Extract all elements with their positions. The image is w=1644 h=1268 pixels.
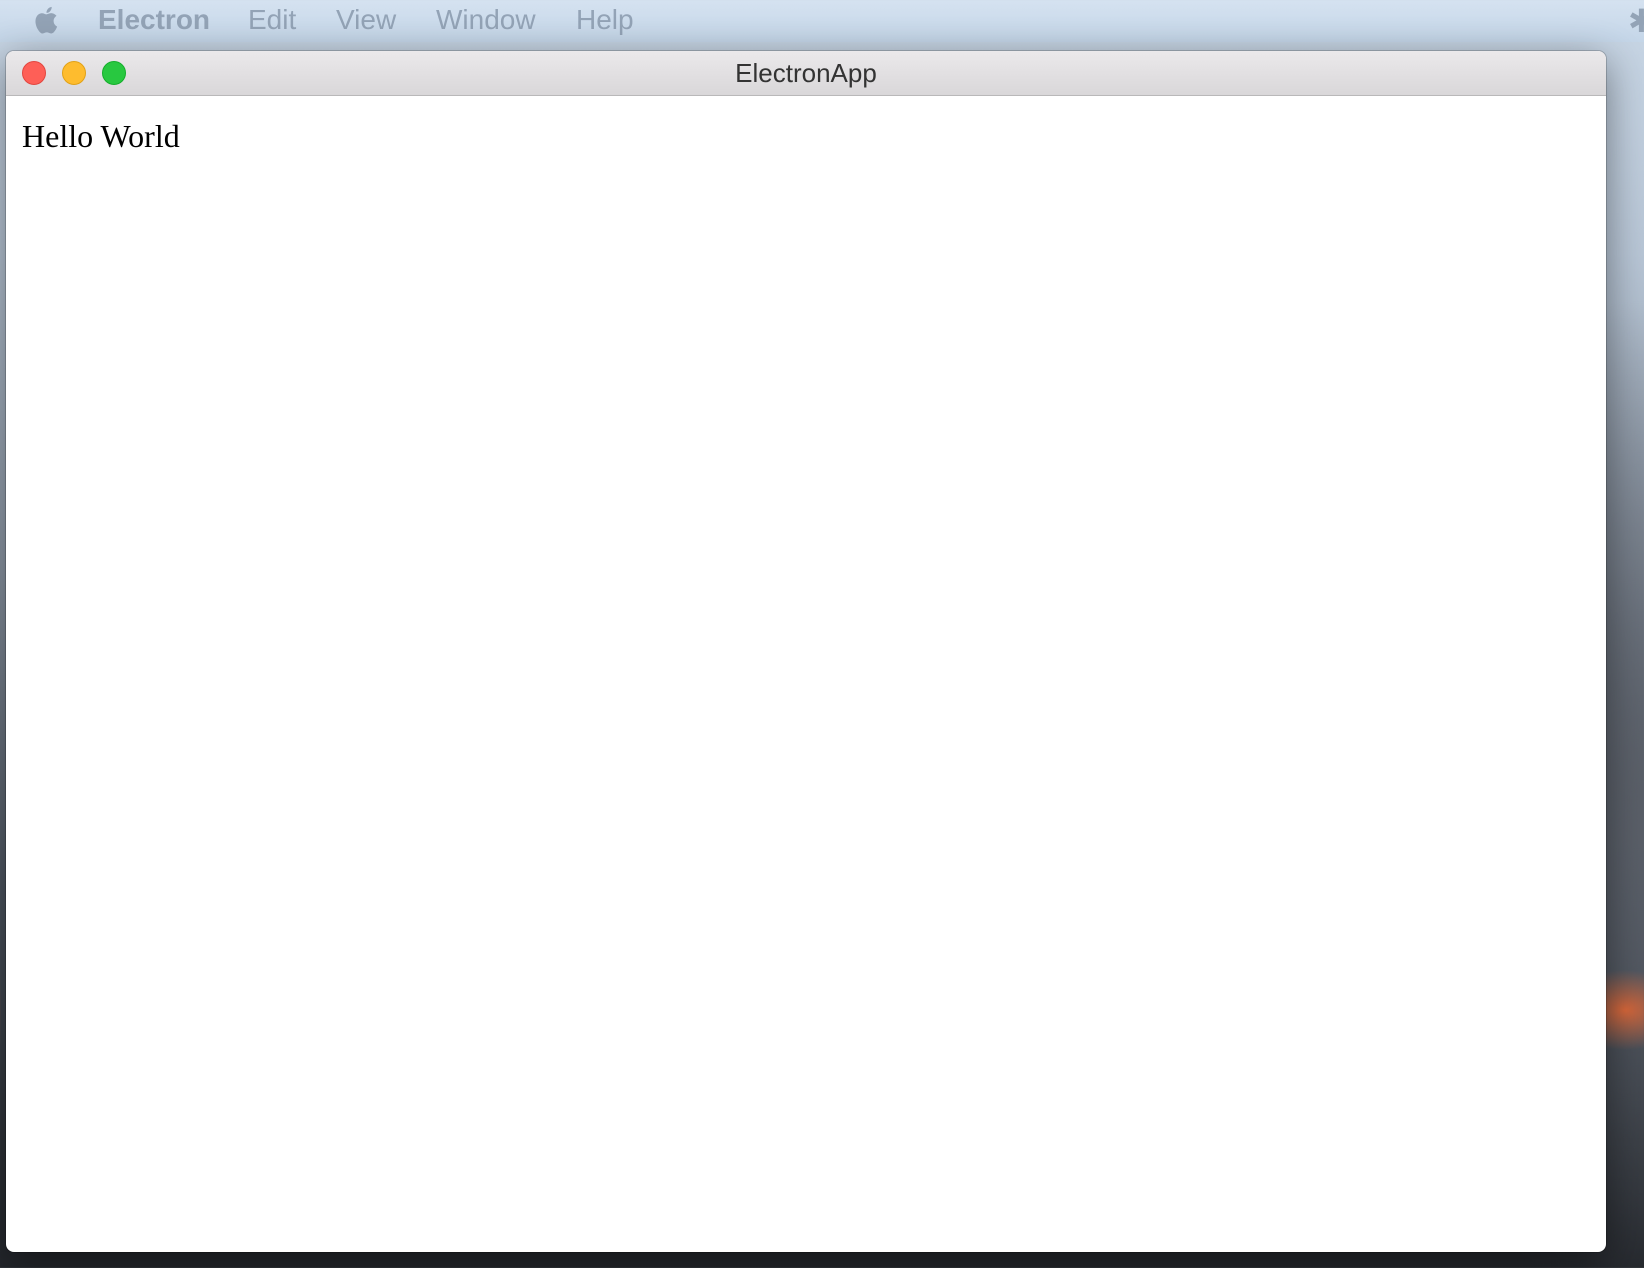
bluetooth-icon[interactable]: ✱ [1628,4,1644,38]
menu-bar: Electron Edit View Window Help ✱ [0,0,1644,42]
hello-text: Hello World [22,118,180,154]
title-bar[interactable]: ElectronApp [6,51,1606,96]
menu-item-edit[interactable]: Edit [248,0,296,42]
apple-logo-icon[interactable] [31,3,59,37]
menu-item-view[interactable]: View [336,0,396,42]
window-content: Hello World [6,96,1606,177]
window-title: ElectronApp [735,58,877,88]
menu-item-electron[interactable]: Electron [98,0,210,42]
app-window: ElectronApp Hello World [6,51,1606,1252]
menu-item-window[interactable]: Window [436,0,536,42]
menu-item-help[interactable]: Help [576,0,634,42]
